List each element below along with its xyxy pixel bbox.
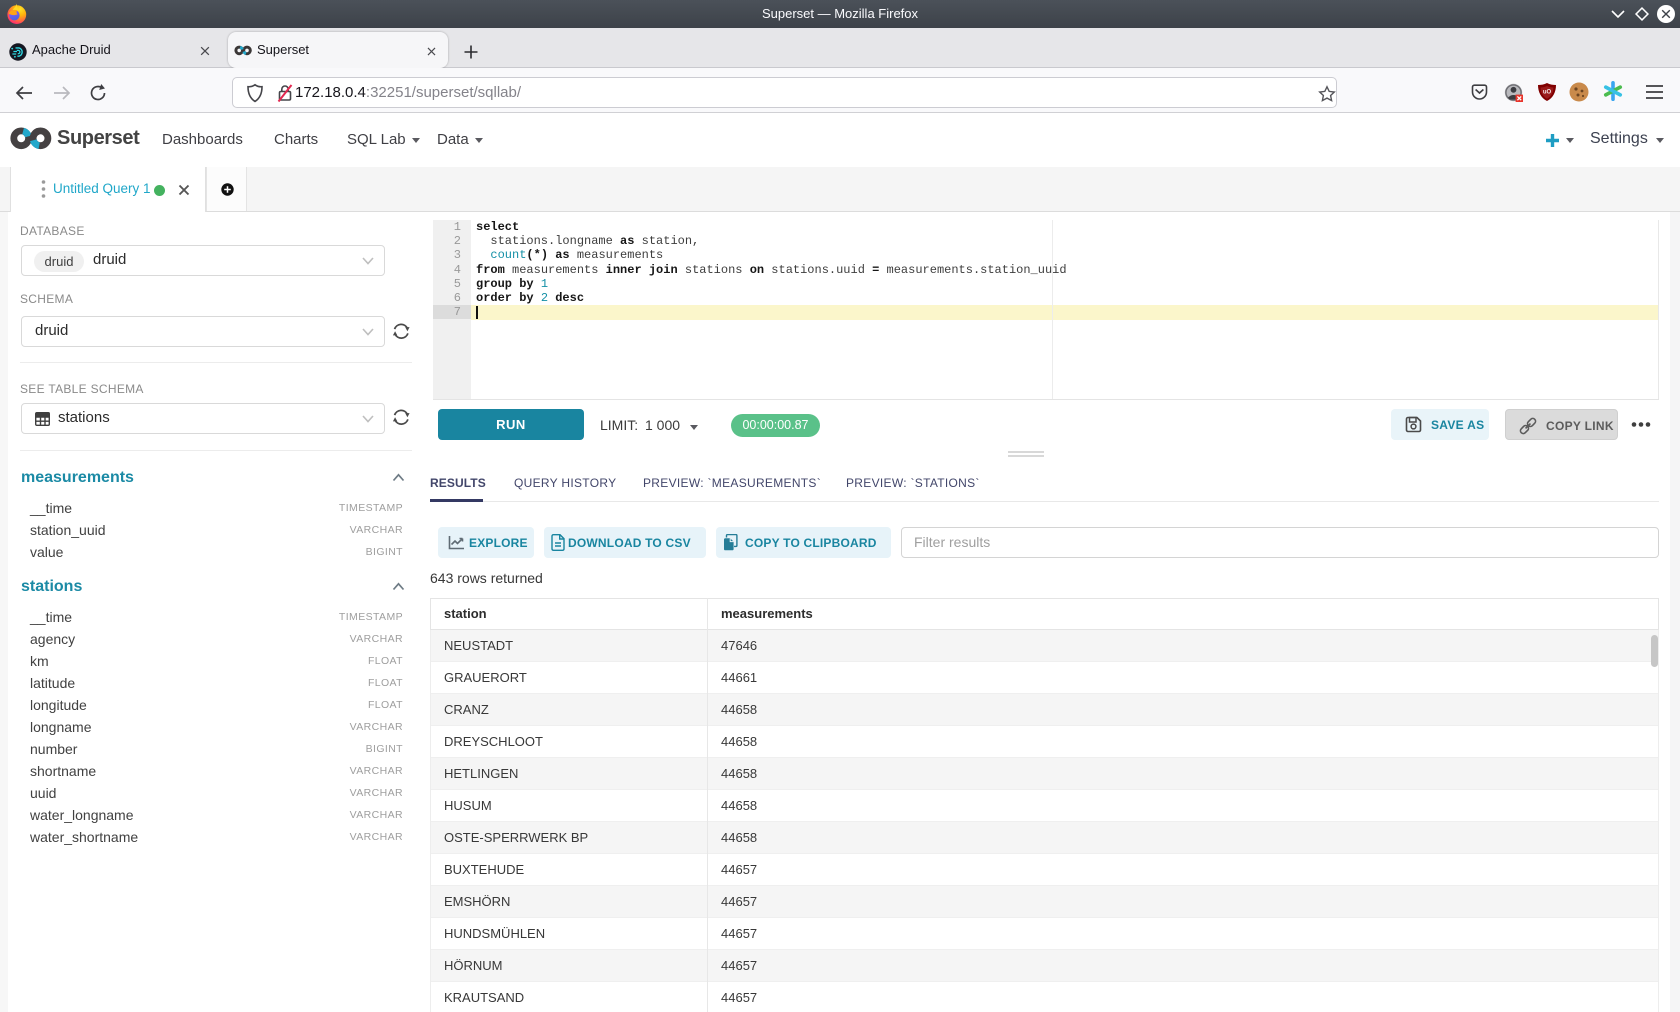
svg-text:uO: uO — [1543, 90, 1552, 96]
